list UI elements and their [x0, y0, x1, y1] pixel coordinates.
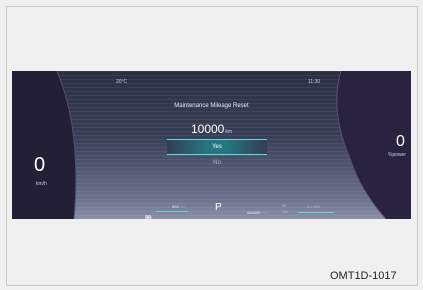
power-value: 0	[396, 133, 405, 150]
instrument-cluster-screen: 20°C 11:30 Maintenance Mileage Reset 100…	[12, 71, 411, 219]
popup-title: Maintenance Mileage Reset	[174, 103, 249, 109]
yes-button[interactable]: Yes	[167, 139, 267, 155]
battery-icon	[145, 207, 152, 219]
right-gauge-line	[298, 212, 334, 213]
misc-right-value: 0.0	[307, 205, 312, 209]
odometer-value: 888888	[247, 210, 261, 215]
range-unit: km	[179, 204, 186, 209]
gear-indicator: P	[215, 202, 222, 213]
no-button[interactable]: No	[167, 157, 267, 169]
mileage-unit: km	[225, 129, 233, 135]
speed-unit: km/h	[36, 181, 47, 187]
range-value: 888	[172, 204, 179, 209]
left-panel-shape	[12, 71, 77, 219]
misc-right-readout: 0.0 kWh	[307, 205, 320, 209]
figure-caption: OMT1D-1017	[330, 270, 397, 282]
misc-value-top: 80	[282, 204, 286, 208]
odometer-readout: 888888 km	[247, 210, 267, 215]
power-unit: %power	[388, 152, 407, 158]
misc-right-unit: kWh	[312, 205, 320, 209]
odometer-unit: km	[261, 210, 267, 215]
mileage-display: 10000km	[12, 122, 411, 136]
temperature-readout: 20°C	[116, 79, 128, 85]
range-readout: 888 km	[172, 204, 185, 209]
misc-value-bottom: 100	[282, 210, 288, 214]
mileage-value: 10000	[190, 122, 225, 136]
clock-readout: 11:30	[308, 79, 321, 85]
range-gauge-line	[156, 211, 188, 212]
speed-value: 0	[34, 154, 46, 176]
left-gauge-panel	[12, 71, 82, 219]
